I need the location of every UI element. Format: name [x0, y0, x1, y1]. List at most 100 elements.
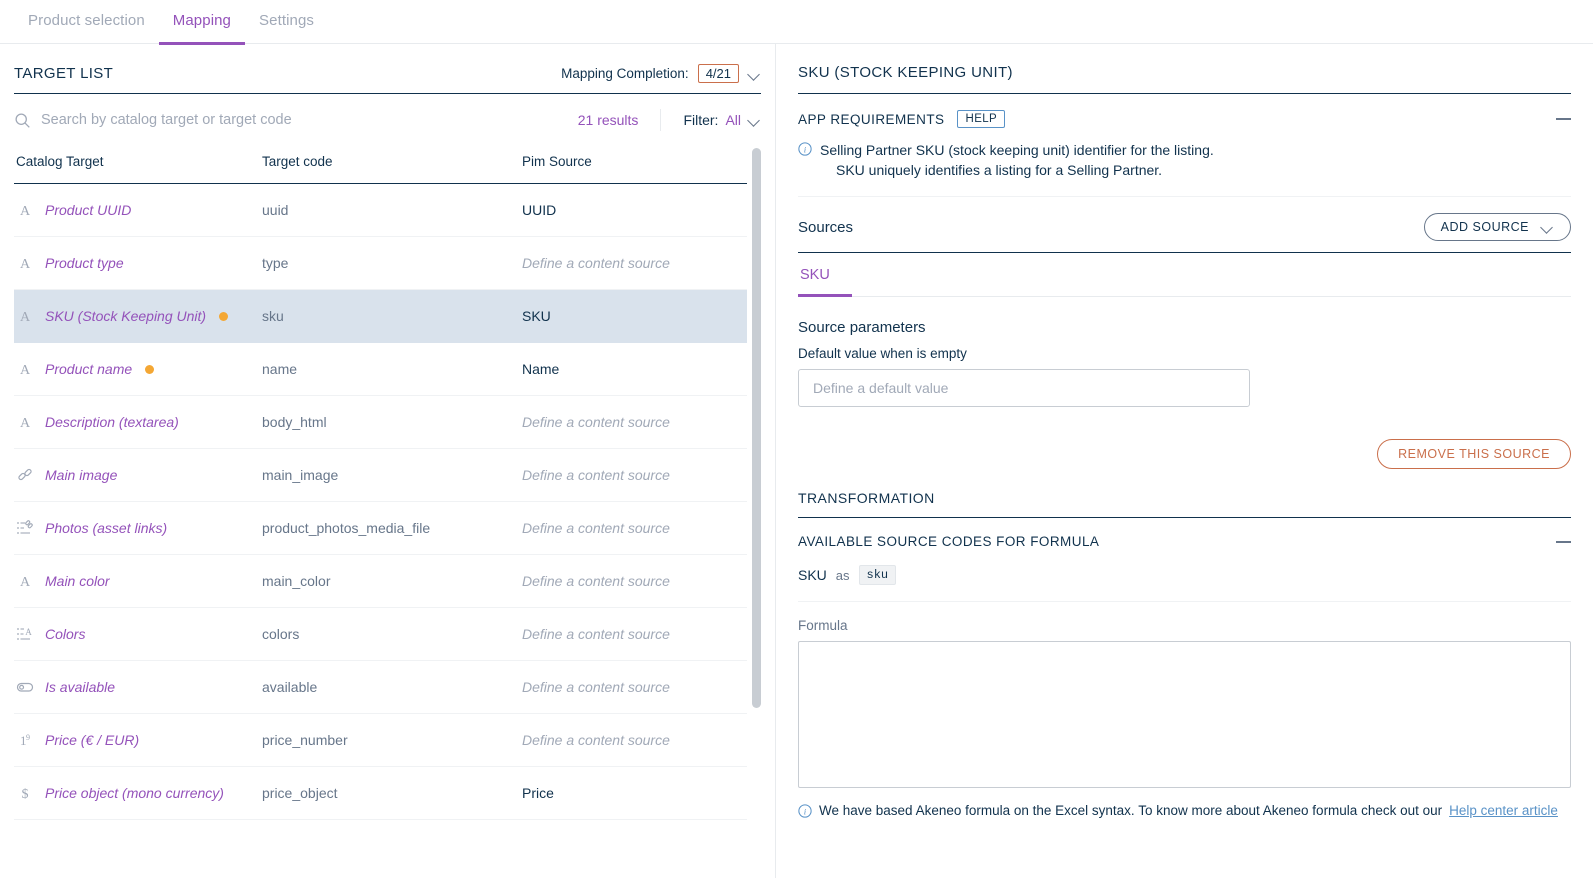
target-list-title: TARGET LIST	[14, 65, 113, 82]
svg-text:i: i	[804, 145, 807, 155]
svg-text:A: A	[20, 575, 31, 590]
svg-text:A: A	[25, 627, 32, 637]
source-code-name: SKU	[798, 567, 827, 583]
catalog-target-name: Is available	[45, 679, 115, 695]
target-table-wrap: Catalog Target Target code Pim Source AP…	[14, 146, 761, 846]
target-table: Catalog Target Target code Pim Source AP…	[14, 146, 747, 820]
mapping-completion-label: Mapping Completion:	[561, 66, 689, 81]
text-attribute-icon: A	[16, 201, 34, 219]
target-list-pane: TARGET LIST Mapping Completion: 4/21 21 …	[0, 44, 775, 878]
list-text-icon: A	[16, 625, 34, 643]
catalog-target-name: Price (€ / EUR)	[45, 732, 139, 748]
pim-source: UUID	[522, 202, 556, 218]
column-header-pim-source: Pim Source	[522, 146, 747, 184]
table-row[interactable]: Is availableavailableDefine a content so…	[14, 661, 747, 714]
target-code: product_photos_media_file	[262, 520, 430, 536]
pim-source: Define a content source	[522, 573, 670, 589]
target-code: price_number	[262, 732, 348, 748]
scrollbar-thumb[interactable]	[752, 148, 761, 708]
available-source-codes-header: AVAILABLE SOURCE CODES FOR FORMULA	[798, 518, 1571, 559]
table-row[interactable]: 19Price (€ / EUR)price_numberDefine a co…	[14, 714, 747, 767]
source-tab-sku[interactable]: SKU	[798, 253, 852, 297]
help-button[interactable]: HELP	[957, 110, 1005, 128]
table-row[interactable]: A Product type type Define a content source	[14, 237, 747, 290]
currency-icon: $	[16, 784, 34, 802]
table-row[interactable]: ADescription (textarea)body_htmlDefine a…	[14, 396, 747, 449]
catalog-target-name: Product type	[45, 255, 124, 271]
text-attribute-icon: A	[16, 413, 34, 431]
divider	[660, 109, 661, 131]
info-icon: i	[798, 804, 812, 818]
default-value-input[interactable]	[798, 369, 1250, 407]
search-input[interactable]	[41, 112, 568, 128]
table-row[interactable]: Photos (asset links)product_photos_media…	[14, 502, 747, 555]
mapping-completion-badge: 4/21	[698, 64, 739, 83]
pim-source: SKU	[522, 308, 551, 324]
svg-text:$: $	[22, 787, 29, 802]
target-code: sku	[262, 308, 284, 324]
formula-note-text: We have based Akeneo formula on the Exce…	[819, 803, 1442, 818]
catalog-target-name: SKU (Stock Keeping Unit)	[45, 308, 206, 324]
pim-source: Name	[522, 361, 559, 377]
remove-this-source-button[interactable]: REMOVE THIS SOURCE	[1377, 439, 1571, 469]
svg-text:A: A	[20, 310, 31, 325]
filter-control[interactable]: Filter: All	[683, 112, 761, 128]
pim-source: Define a content source	[522, 732, 670, 748]
app-requirements-label: APP REQUIREMENTS	[798, 112, 944, 127]
target-code: type	[262, 255, 288, 271]
filter-label: Filter:	[683, 112, 718, 128]
remove-source-row: REMOVE THIS SOURCE	[798, 407, 1571, 469]
target-code: available	[262, 679, 317, 695]
source-code-as: as	[836, 568, 850, 583]
svg-text:A: A	[20, 257, 31, 272]
formula-label: Formula	[798, 602, 1571, 641]
list-link-icon	[16, 519, 34, 537]
add-source-label: ADD SOURCE	[1441, 220, 1529, 234]
catalog-target-name: Main image	[45, 467, 117, 483]
table-row[interactable]: $ Price object (mono currency) price_objec…	[14, 767, 747, 820]
catalog-target-name: Colors	[45, 626, 85, 642]
target-code: colors	[262, 626, 299, 642]
add-source-button[interactable]: ADD SOURCE	[1424, 213, 1571, 241]
pim-source: Define a content source	[522, 467, 670, 483]
text-attribute-icon: A	[16, 307, 34, 325]
chevron-down-icon	[1541, 223, 1554, 231]
table-row[interactable]: A SKU (Stock Keeping Unit) sku SKU	[14, 290, 747, 343]
catalog-target-name: Price object (mono currency)	[45, 785, 224, 801]
catalog-target-name: Main color	[45, 573, 110, 589]
catalog-target-name: Product name	[45, 361, 132, 377]
table-row[interactable]: AProduct namenameName	[14, 343, 747, 396]
chevron-down-icon[interactable]	[748, 70, 761, 78]
table-row[interactable]: AMain colormain_colorDefine a content so…	[14, 555, 747, 608]
tab-settings[interactable]: Settings	[245, 12, 328, 45]
help-center-article-link[interactable]: Help center article	[1449, 803, 1558, 818]
mapping-completion[interactable]: Mapping Completion: 4/21	[561, 64, 761, 83]
collapse-minus-icon[interactable]	[1556, 541, 1571, 543]
table-row[interactable]: AProduct UUIDuuidUUID	[14, 184, 747, 237]
text-attribute-icon: A	[16, 254, 34, 272]
available-source-codes-label: AVAILABLE SOURCE CODES FOR FORMULA	[798, 534, 1099, 549]
search-row: 21 results Filter: All	[14, 94, 761, 146]
source-parameters-title: Source parameters	[798, 297, 1571, 346]
info-icon: i	[798, 142, 812, 156]
formula-textarea[interactable]	[798, 641, 1571, 788]
table-row[interactable]: Main imagemain_imageDefine a content sou…	[14, 449, 747, 502]
app-requirements-text: Selling Partner SKU (stock keeping unit)…	[820, 140, 1214, 180]
transformation-title: TRANSFORMATION	[798, 469, 1571, 518]
tab-mapping[interactable]: Mapping	[159, 12, 245, 45]
svg-text:A: A	[20, 363, 31, 378]
table-row[interactable]: AColorscolorsDefine a content source	[14, 608, 747, 661]
target-code: price_object	[262, 785, 338, 801]
svg-text:9: 9	[26, 733, 30, 742]
content-panes: TARGET LIST Mapping Completion: 4/21 21 …	[0, 44, 1593, 878]
image-link-icon	[16, 466, 34, 484]
collapse-minus-icon[interactable]	[1556, 118, 1571, 120]
results-count: 21 results	[578, 112, 639, 128]
target-list-scrollbar[interactable]	[752, 148, 761, 838]
requirement-line-2: SKU uniquely identifies a listing for a …	[820, 160, 1214, 180]
pim-source: Define a content source	[522, 255, 670, 271]
chevron-down-icon[interactable]	[748, 116, 761, 124]
flag-dot-icon	[145, 365, 154, 374]
sources-header: Sources ADD SOURCE	[798, 197, 1571, 253]
tab-product-selection[interactable]: Product selection	[14, 12, 159, 45]
